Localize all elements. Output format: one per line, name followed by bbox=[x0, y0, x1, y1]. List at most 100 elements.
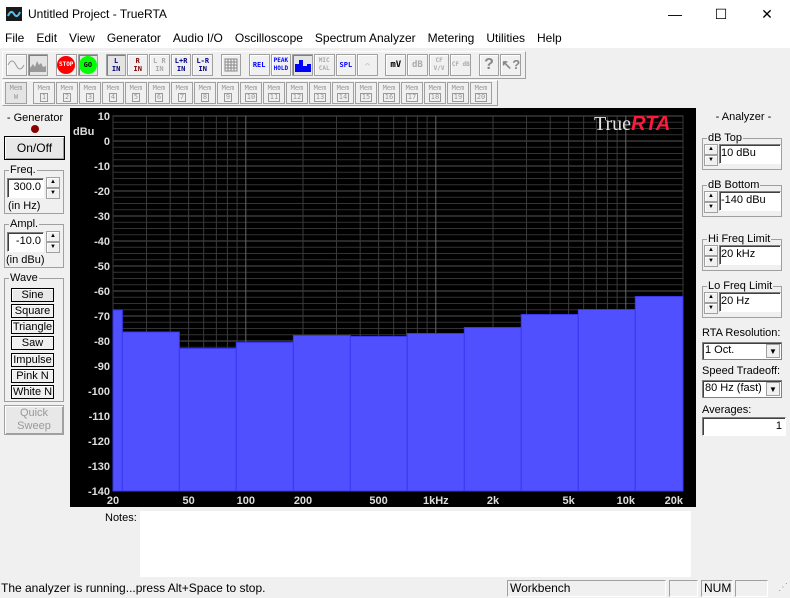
amplitude-spinner[interactable]: ▲ ▼ bbox=[46, 231, 60, 253]
generator-on-off-button[interactable]: On/Off bbox=[4, 136, 65, 160]
bar-display-button[interactable] bbox=[292, 54, 313, 76]
left-input-button[interactable]: L IN bbox=[105, 54, 127, 76]
memory-working-button[interactable]: Mem W bbox=[5, 82, 27, 104]
memory-slot-3-button[interactable]: Mem 3 bbox=[79, 82, 101, 104]
menu-view[interactable]: View bbox=[64, 28, 102, 48]
db-top-input[interactable]: 10 dBu bbox=[719, 144, 781, 164]
hi-freq-input[interactable]: 20 kHz bbox=[719, 245, 781, 265]
memory-slot-12-button[interactable]: Mem 12 bbox=[286, 82, 308, 104]
spin-up-icon[interactable]: ▲ bbox=[704, 144, 718, 155]
menu-spectrum-analyzer[interactable]: Spectrum Analyzer bbox=[310, 28, 423, 48]
memory-slot-4-button[interactable]: Mem 4 bbox=[102, 82, 124, 104]
context-help-button[interactable]: ↖? bbox=[500, 54, 522, 76]
spl-button[interactable]: SPL bbox=[335, 54, 357, 76]
rta-resolution-select[interactable]: 1 Oct. ▼ bbox=[702, 342, 782, 360]
go-button[interactable]: GO bbox=[77, 54, 99, 76]
spin-up-icon[interactable]: ▲ bbox=[46, 177, 60, 188]
db-bottom-spinner[interactable]: ▲ ▼ bbox=[704, 191, 718, 213]
menu-help[interactable]: Help bbox=[532, 28, 569, 48]
lo-freq-input[interactable]: 20 Hz bbox=[719, 292, 781, 312]
maximize-button[interactable]: ☐ bbox=[698, 0, 744, 28]
millivolt-button[interactable]: mV bbox=[385, 54, 407, 76]
memory-slot-2-button[interactable]: Mem 2 bbox=[56, 82, 78, 104]
mem-label: Mem bbox=[382, 84, 396, 92]
stop-icon: STOP bbox=[57, 56, 76, 74]
amplitude-input[interactable]: -10.0 bbox=[7, 232, 44, 252]
help-button[interactable]: ? bbox=[478, 54, 500, 76]
grid-button[interactable] bbox=[220, 54, 242, 76]
memory-slot-15-button[interactable]: Mem 15 bbox=[355, 82, 377, 104]
memory-slot-6-button[interactable]: Mem 6 bbox=[148, 82, 170, 104]
notes-textarea[interactable] bbox=[140, 511, 691, 577]
wave-triangle-button[interactable]: Triangle bbox=[11, 320, 54, 334]
chevron-down-icon[interactable]: ▼ bbox=[766, 382, 780, 396]
memory-slot-5-button[interactable]: Mem 5 bbox=[125, 82, 147, 104]
memory-slot-20-button[interactable]: Mem 20 bbox=[470, 82, 492, 104]
memory-slot-1-button[interactable]: Mem 1 bbox=[33, 82, 55, 104]
right-input-button[interactable]: R IN bbox=[127, 54, 149, 76]
memory-slot-17-button[interactable]: Mem 17 bbox=[401, 82, 423, 104]
stereo-input-button[interactable]: L R IN bbox=[149, 54, 170, 76]
wave-sine-button[interactable]: Sine bbox=[11, 288, 54, 302]
stop-button[interactable]: STOP bbox=[55, 54, 77, 76]
hi-freq-spinner[interactable]: ▲ ▼ bbox=[704, 245, 718, 267]
spin-down-icon[interactable]: ▼ bbox=[704, 256, 718, 267]
spin-down-icon[interactable]: ▼ bbox=[704, 155, 718, 166]
difference-input-button[interactable]: L-R IN bbox=[192, 54, 214, 76]
db-top-spinner[interactable]: ▲ ▼ bbox=[704, 144, 718, 166]
spin-down-icon[interactable]: ▼ bbox=[704, 202, 718, 213]
crest-factor-vv-button[interactable]: CF V/V bbox=[428, 54, 450, 76]
peak-hold-button[interactable]: PEAK HOLD bbox=[270, 54, 292, 76]
menu-generator[interactable]: Generator bbox=[102, 28, 168, 48]
x-tick-label: 10k bbox=[617, 495, 636, 507]
db-bottom-input[interactable]: -140 dBu bbox=[719, 191, 781, 211]
quick-sweep-button[interactable]: Quick Sweep bbox=[4, 405, 64, 435]
spin-up-icon[interactable]: ▲ bbox=[704, 292, 718, 303]
wave-impulse-button[interactable]: Impulse bbox=[11, 353, 54, 367]
db-button[interactable]: dB bbox=[407, 54, 428, 76]
weighting-button[interactable]: ⌒ bbox=[357, 54, 378, 76]
memory-slot-14-button[interactable]: Mem 14 bbox=[332, 82, 354, 104]
memory-slot-13-button[interactable]: Mem 13 bbox=[309, 82, 331, 104]
averages-input[interactable]: 1 bbox=[702, 417, 786, 436]
chevron-down-icon[interactable]: ▼ bbox=[766, 344, 780, 358]
minimize-button[interactable]: — bbox=[652, 0, 698, 28]
wave-white-noise-button[interactable]: White N bbox=[11, 385, 54, 399]
frequency-spinner[interactable]: ▲ ▼ bbox=[46, 177, 60, 199]
memory-slot-11-button[interactable]: Mem 11 bbox=[263, 82, 285, 104]
oscilloscope-mode-button[interactable] bbox=[6, 54, 27, 76]
memory-slot-7-button[interactable]: Mem 7 bbox=[171, 82, 193, 104]
menu-oscilloscope[interactable]: Oscilloscope bbox=[230, 28, 310, 48]
speed-tradeoff-select[interactable]: 80 Hz (fast) ▼ bbox=[702, 380, 782, 398]
wave-pink-noise-button[interactable]: Pink N bbox=[11, 369, 54, 383]
spin-up-icon[interactable]: ▲ bbox=[46, 231, 60, 242]
menu-audio-io[interactable]: Audio I/O bbox=[168, 28, 230, 48]
spin-down-icon[interactable]: ▼ bbox=[46, 242, 60, 253]
relative-button[interactable]: REL bbox=[248, 54, 270, 76]
wave-square-button[interactable]: Square bbox=[11, 304, 54, 318]
spin-down-icon[interactable]: ▼ bbox=[704, 303, 718, 314]
menu-file[interactable]: File bbox=[0, 28, 31, 48]
mic-cal-button[interactable]: MIC CAL bbox=[313, 54, 335, 76]
frequency-input[interactable]: 300.0 bbox=[7, 178, 44, 198]
menu-edit[interactable]: Edit bbox=[31, 28, 64, 48]
wave-saw-button[interactable]: Saw bbox=[11, 336, 54, 350]
close-button[interactable]: ✕ bbox=[744, 0, 790, 28]
memory-slot-19-button[interactable]: Mem 19 bbox=[447, 82, 469, 104]
x-tick-label: 50 bbox=[182, 495, 194, 507]
lo-freq-spinner[interactable]: ▲ ▼ bbox=[704, 292, 718, 314]
spin-up-icon[interactable]: ▲ bbox=[704, 191, 718, 202]
crest-factor-db-button[interactable]: CF dB bbox=[450, 54, 472, 76]
spectrum-mode-button[interactable] bbox=[27, 54, 49, 76]
resize-grip-icon[interactable]: ⋰ bbox=[778, 582, 788, 593]
memory-slot-8-button[interactable]: Mem 8 bbox=[194, 82, 216, 104]
memory-slot-10-button[interactable]: Mem 10 bbox=[240, 82, 262, 104]
memory-slot-18-button[interactable]: Mem 18 bbox=[424, 82, 446, 104]
menu-utilities[interactable]: Utilities bbox=[481, 28, 532, 48]
sum-input-button[interactable]: L+R IN bbox=[170, 54, 192, 76]
memory-slot-16-button[interactable]: Mem 16 bbox=[378, 82, 400, 104]
spin-down-icon[interactable]: ▼ bbox=[46, 188, 60, 199]
spin-up-icon[interactable]: ▲ bbox=[704, 245, 718, 256]
menu-metering[interactable]: Metering bbox=[423, 28, 482, 48]
memory-slot-9-button[interactable]: Mem 9 bbox=[217, 82, 239, 104]
